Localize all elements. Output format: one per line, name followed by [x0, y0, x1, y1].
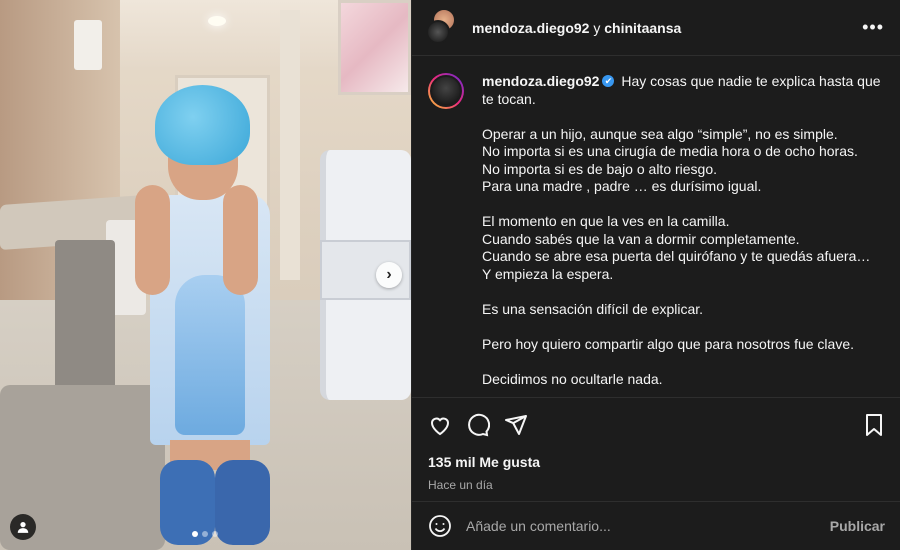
action-bar — [428, 410, 885, 440]
more-horizontal-icon: ••• — [862, 17, 884, 37]
chevron-right-icon: › — [386, 266, 392, 283]
collab-avatars[interactable] — [426, 7, 460, 44]
carousel-dot — [202, 531, 208, 537]
caption-paragraph: Decidimos no ocultarle nada. — [482, 370, 663, 387]
post-timestamp[interactable]: Hace un día — [428, 478, 885, 492]
comment-bubble-icon[interactable] — [466, 413, 490, 437]
user-tag-icon — [17, 522, 29, 533]
emoji-smile-icon[interactable] — [428, 514, 452, 538]
photo-arm — [135, 185, 170, 295]
post-actions: 135 mil Me gusta Hace un día — [412, 397, 900, 509]
caption-paragraph: Es una sensación difícil de explicar. — [482, 300, 704, 317]
avatar — [430, 75, 462, 107]
photo-child — [135, 85, 295, 550]
verified-badge-icon: ✔ — [602, 75, 615, 88]
comment-input[interactable] — [466, 518, 830, 534]
photo-shoe-cover — [215, 460, 270, 545]
caption-avatar[interactable] — [428, 73, 464, 109]
author-connector: y — [593, 19, 601, 36]
post-photo[interactable]: › — [0, 0, 411, 550]
caption-text: mendoza.diego92 ✔ Hay cosas que nadie te … — [482, 73, 885, 397]
photo-surgical-cap — [155, 85, 250, 165]
photo-light — [208, 16, 226, 26]
caption-username[interactable]: mendoza.diego92 — [482, 73, 599, 89]
carousel-indicator — [192, 531, 218, 537]
more-options-button[interactable]: ••• — [862, 18, 884, 36]
caption-paragraph: El momento en que la ves en la camilla. … — [482, 213, 871, 282]
carousel-next-button[interactable]: › — [376, 262, 402, 288]
avatar — [426, 19, 450, 44]
caption-area[interactable]: mendoza.diego92 ✔ Hay cosas que nadie te … — [412, 57, 900, 397]
photo-gown-print — [175, 275, 245, 435]
photo-soap-dispenser — [74, 20, 102, 70]
photo-table-leg — [55, 240, 115, 400]
publish-button[interactable]: Publicar — [830, 518, 885, 534]
share-send-icon[interactable] — [504, 413, 528, 437]
caption-paragraph: Operar a un hijo, aunque sea algo “simpl… — [482, 125, 858, 195]
post-header: mendoza.diego92 y chinitaansa ••• — [412, 0, 900, 56]
tagged-users-button[interactable] — [10, 514, 36, 540]
like-count[interactable]: 135 mil Me gusta — [428, 454, 885, 470]
comment-bar: Publicar — [412, 501, 900, 550]
carousel-dot — [192, 531, 198, 537]
photo-arm — [223, 185, 258, 295]
author-link[interactable]: mendoza.diego92 — [472, 20, 589, 36]
photo-wall-art — [338, 0, 411, 95]
post-panel: mendoza.diego92 y chinitaansa ••• mendoz… — [411, 0, 900, 550]
carousel-dot — [212, 531, 218, 537]
save-bookmark-icon[interactable] — [863, 413, 885, 437]
caption-paragraph: Pero hoy quiero compartir algo que para … — [482, 335, 854, 352]
coauthor-link[interactable]: chinitaansa — [604, 20, 681, 36]
like-heart-icon[interactable] — [428, 413, 452, 437]
post-authors: mendoza.diego92 y chinitaansa — [472, 20, 681, 36]
